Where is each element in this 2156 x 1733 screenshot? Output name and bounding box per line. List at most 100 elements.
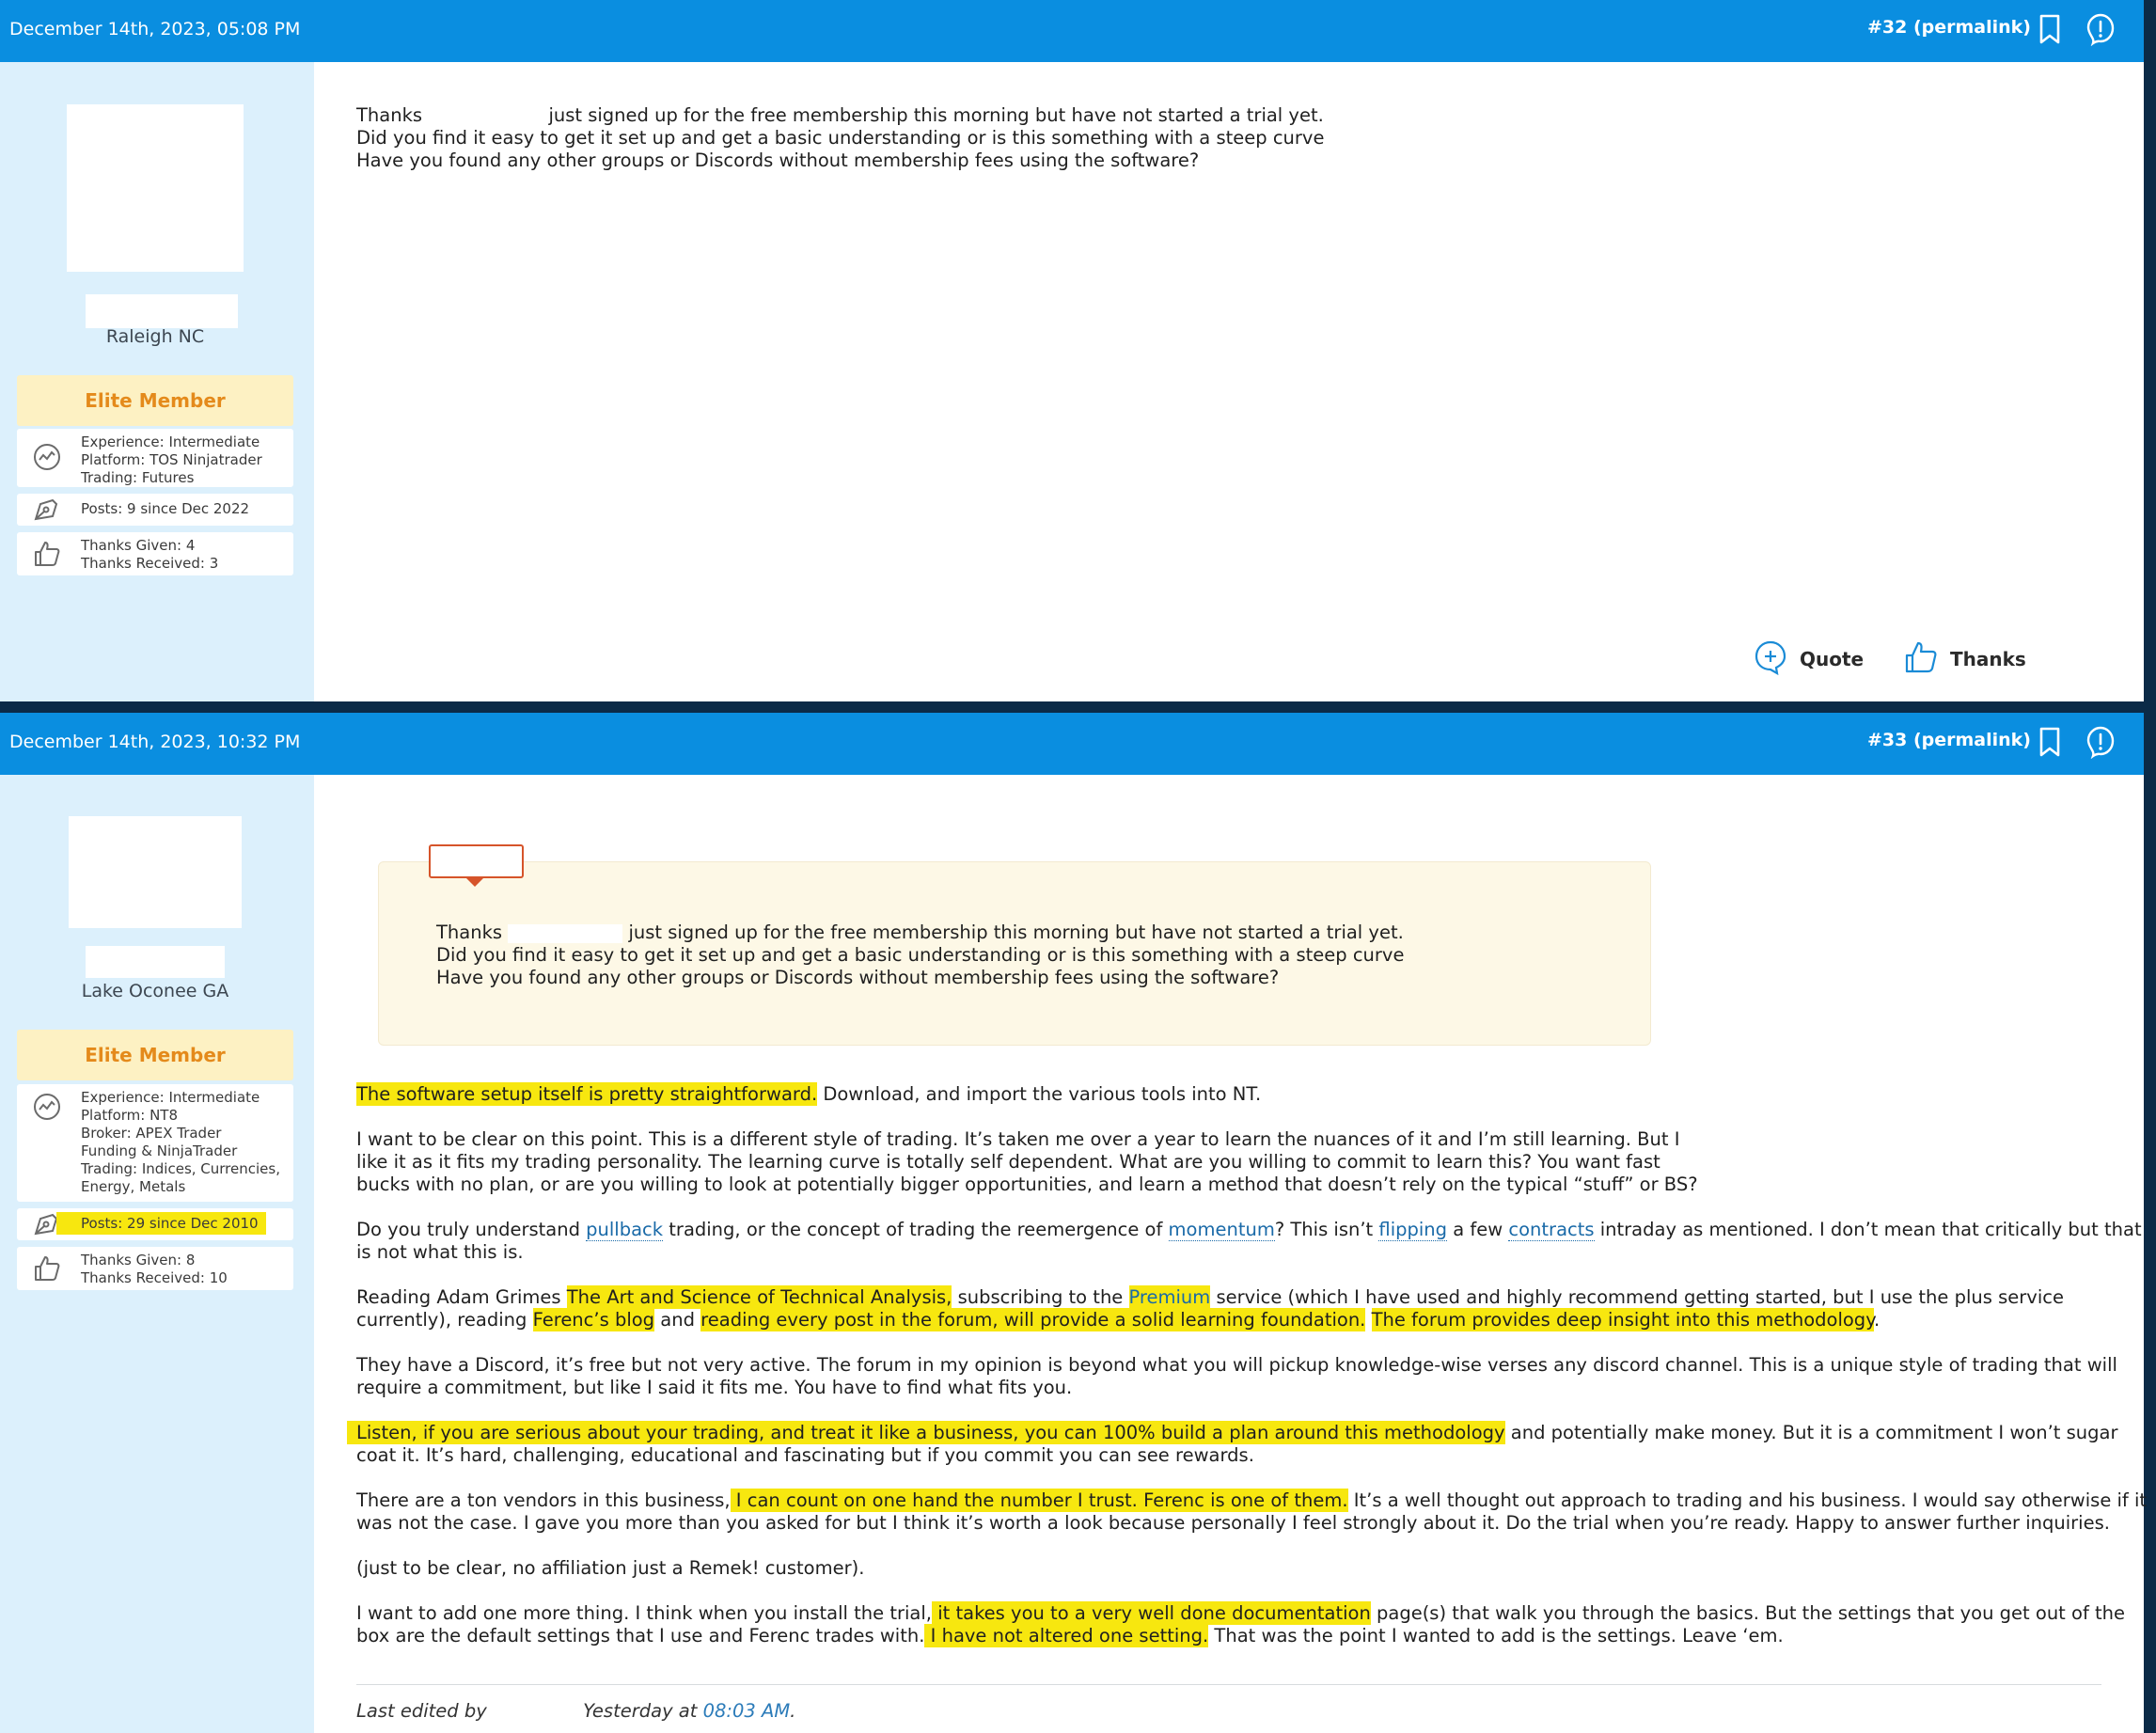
- body-text: was not the case. I gave you more than y…: [356, 1512, 2110, 1534]
- avatar[interactable]: [67, 104, 244, 272]
- body-text: intraday as mentioned. I don’t mean that…: [1594, 1219, 2142, 1240]
- member-badge: Elite Member: [17, 375, 293, 426]
- body-text: page(s) that walk you through the basics…: [1370, 1602, 2126, 1624]
- user-thanks-received: Thanks Received: 3: [81, 555, 219, 572]
- highlight: Listen, if you are serious about your tr…: [347, 1421, 1505, 1444]
- edited-prefix: Last edited by: [356, 1700, 487, 1722]
- bookmark-icon[interactable]: [2033, 725, 2067, 759]
- glossary-link-contracts[interactable]: contracts: [1508, 1219, 1595, 1241]
- quote-arrow: [464, 876, 485, 887]
- user-posts[interactable]: Posts: 29 since Dec 2010: [56, 1212, 266, 1235]
- body-text: It’s a well thought out approach to trad…: [1347, 1489, 2148, 1511]
- post-body: Thanks just signed up for the free membe…: [356, 104, 2106, 172]
- user-thanks-received: Thanks Received: 10: [81, 1269, 228, 1286]
- body-text: is not what this is.: [356, 1241, 524, 1263]
- body-text: .: [1873, 1309, 1881, 1331]
- thumbs-up-icon: [1905, 641, 1937, 673]
- body-text: Do you truly understand: [356, 1219, 587, 1240]
- quote-line: just signed up for the free membership t…: [628, 922, 1404, 943]
- user-posts[interactable]: Posts: 9 since Dec 2022: [81, 500, 249, 518]
- quote-plus-icon: [1755, 640, 1786, 675]
- post-date: December 14th, 2023, 05:08 PM: [9, 19, 301, 39]
- mention-redacted[interactable]: [508, 923, 623, 943]
- body-text: subscribing to the: [952, 1286, 1129, 1308]
- user-location: Raleigh NC: [105, 326, 205, 347]
- post-header: December 14th, 2023, 10:32 PM #33 (perma…: [0, 713, 2144, 775]
- user-location: Lake Oconee GA: [81, 981, 229, 1001]
- user-experience: Experience: Intermediate: [81, 1089, 260, 1106]
- permalink-link[interactable]: #32 (permalink): [1867, 17, 2031, 38]
- user-trading: Trading: Futures: [81, 469, 195, 486]
- body-text: Have you found any other groups or Disco…: [356, 150, 1200, 171]
- thumbs-up-icon: [35, 542, 60, 566]
- chart-icon: [34, 444, 60, 470]
- member-badge: Elite Member: [17, 1030, 293, 1080]
- user-profile-stats: Experience: Intermediate Platform: NT8 B…: [17, 1084, 293, 1202]
- body-text: (just to be clear, no affiliation just a…: [356, 1557, 865, 1579]
- user-broker: Broker: APEX Trader: [81, 1125, 222, 1142]
- body-text: a few: [1447, 1219, 1509, 1240]
- highlight: The software setup itself is pretty stra…: [356, 1082, 818, 1106]
- body-text: I want to be clear on this point. This i…: [356, 1128, 1680, 1150]
- permalink-link[interactable]: #33 (permalink): [1867, 730, 2031, 750]
- glossary-link-pullback[interactable]: pullback: [586, 1219, 664, 1241]
- username-redacted[interactable]: [86, 946, 225, 978]
- premium-link[interactable]: Premium: [1128, 1285, 1211, 1310]
- body-text: There are a ton vendors in this business…: [356, 1489, 731, 1511]
- body-text: trading, or the concept of trading the r…: [663, 1219, 1169, 1240]
- body-text: [1365, 1309, 1371, 1331]
- glossary-link-momentum[interactable]: momentum: [1168, 1219, 1275, 1241]
- user-sidebar: Raleigh NC Elite Member Experience: Inte…: [0, 62, 314, 701]
- report-alert-icon[interactable]: [2084, 725, 2117, 759]
- highlight: The forum provides deep insight into thi…: [1371, 1308, 1874, 1331]
- user-thanks-stats: Thanks Given: 4 Thanks Received: 3: [17, 532, 293, 575]
- post-actions: Quote Thanks: [1753, 639, 2031, 677]
- report-alert-icon[interactable]: [2084, 12, 2117, 46]
- mention-redacted[interactable]: [428, 106, 543, 126]
- avatar[interactable]: [69, 816, 242, 928]
- highlight: Ferenc’s blog: [532, 1308, 655, 1331]
- post-body: The software setup itself is pretty stra…: [347, 1082, 2147, 1670]
- user-post-count: Posts: 9 since Dec 2022: [17, 494, 293, 526]
- edited-when: Yesterday at: [583, 1700, 698, 1722]
- user-sidebar: Lake Oconee GA Elite Member Experience: …: [0, 775, 314, 1733]
- username-redacted[interactable]: [86, 294, 238, 328]
- post-header: December 14th, 2023, 05:08 PM #32 (perma…: [0, 0, 2144, 62]
- user-profile-stats: Experience: Intermediate Platform: TOS N…: [17, 429, 293, 487]
- edited-suffix: .: [790, 1700, 796, 1722]
- quote-label: Quote: [1800, 648, 1865, 670]
- thanks-label: Thanks: [1950, 648, 2026, 670]
- body-text: bucks with no plan, or are you willing t…: [356, 1174, 1698, 1195]
- body-text: like it as it fits my trading personalit…: [356, 1151, 1660, 1173]
- last-edited-note: Last edited by Yesterday at 08:03 AM.: [356, 1684, 2101, 1722]
- body-text: Thanks: [356, 104, 423, 126]
- glossary-link-flipping[interactable]: flipping: [1378, 1219, 1448, 1241]
- user-thanks-given: Thanks Given: 8: [81, 1252, 196, 1268]
- body-text: currently), reading: [356, 1309, 533, 1331]
- highlight: it takes you to a very well done documen…: [932, 1601, 1371, 1625]
- user-platform: Platform: TOS Ninjatrader: [81, 451, 262, 468]
- body-text: That was the point I wanted to add is th…: [1208, 1625, 1784, 1646]
- highlight: The Art and Science of Technical Analysi…: [566, 1285, 952, 1309]
- quote-line: Have you found any other groups or Disco…: [436, 967, 1280, 988]
- bookmark-icon[interactable]: [2033, 12, 2067, 46]
- user-broker: Funding & NinjaTrader: [81, 1142, 238, 1159]
- user-thanks-given: Thanks Given: 4: [81, 537, 196, 554]
- body-text: service (which I have used and highly re…: [1210, 1286, 2064, 1308]
- body-text: Did you find it easy to get it set up an…: [356, 127, 1325, 149]
- editor-redacted[interactable]: [492, 1703, 577, 1721]
- body-text: and: [654, 1309, 701, 1331]
- quote-line: Thanks: [436, 922, 503, 943]
- user-trading: Energy, Metals: [81, 1178, 186, 1195]
- chart-icon: [34, 1094, 60, 1120]
- user-platform: Platform: NT8: [81, 1107, 179, 1124]
- user-post-count: Posts: 29 since Dec 2010: [17, 1208, 293, 1240]
- quote-author-tag[interactable]: [429, 844, 524, 878]
- user-thanks-stats: Thanks Given: 8 Thanks Received: 10: [17, 1247, 293, 1290]
- body-text: just signed up for the free membership t…: [548, 104, 1324, 126]
- post-date: December 14th, 2023, 10:32 PM: [9, 732, 301, 752]
- quote-line: Did you find it easy to get it set up an…: [436, 944, 1405, 966]
- edited-time-link[interactable]: 08:03 AM: [703, 1700, 791, 1722]
- thumbs-up-icon: [35, 1256, 60, 1281]
- body-text: Reading Adam Grimes: [356, 1286, 567, 1308]
